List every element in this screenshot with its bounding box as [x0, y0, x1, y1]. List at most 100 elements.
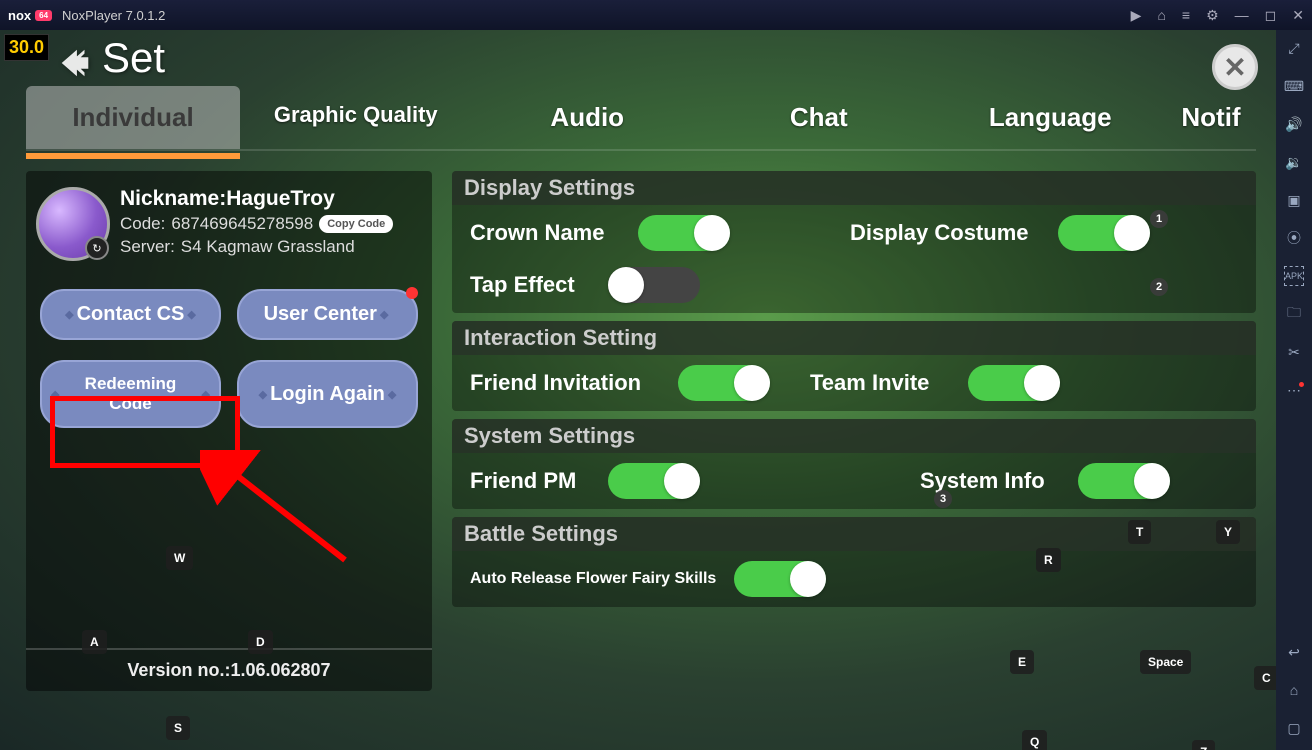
- display-costume-setting: Display Costume: [850, 215, 1150, 251]
- team-invite-toggle[interactable]: [968, 365, 1060, 401]
- display-section: Display Settings Crown Name Display Cost…: [452, 171, 1256, 313]
- keyboard-icon[interactable]: ⌨: [1284, 76, 1304, 96]
- tab-audio[interactable]: Audio: [472, 86, 704, 149]
- friend-invitation-setting: Friend Invitation: [470, 365, 770, 401]
- tap-effect-label: Tap Effect: [470, 272, 590, 298]
- code-value: 687469645278598: [171, 214, 313, 234]
- maximize-icon[interactable]: ◻: [1265, 7, 1277, 24]
- action-buttons: Contact CS User Center Redeeming Code Lo…: [36, 289, 422, 428]
- auto-release-label: Auto Release Flower Fairy Skills: [470, 570, 716, 588]
- tab-chat[interactable]: Chat: [703, 86, 935, 149]
- auto-release-setting: Auto Release Flower Fairy Skills: [470, 561, 826, 597]
- window-title: NoxPlayer 7.0.1.2: [62, 8, 165, 23]
- display-costume-toggle[interactable]: [1058, 215, 1150, 251]
- recent-nav-icon[interactable]: ▢: [1284, 718, 1304, 738]
- user-center-button[interactable]: User Center: [237, 289, 418, 340]
- interaction-header: Interaction Setting: [452, 321, 1256, 355]
- friend-pm-label: Friend PM: [470, 468, 590, 494]
- display-header: Display Settings: [452, 171, 1256, 205]
- crown-name-toggle[interactable]: [638, 215, 730, 251]
- close-icon[interactable]: ✕: [1292, 7, 1304, 24]
- code-label: Code:: [120, 214, 165, 234]
- apk-icon[interactable]: APK: [1284, 266, 1304, 286]
- window-controls: ▶ ⌂ ≡ ⚙ — ◻ ✕: [1131, 7, 1304, 24]
- profile-info: Nickname:HagueTroy Code: 687469645278598 …: [120, 187, 393, 257]
- system-info-label: System Info: [920, 468, 1060, 494]
- tab-notification[interactable]: Notif: [1166, 86, 1256, 149]
- interaction-section: Interaction Setting Friend Invitation Te…: [452, 321, 1256, 411]
- key-s: S: [166, 716, 190, 740]
- folder-icon[interactable]: 🗀: [1284, 304, 1304, 324]
- code-row: Code: 687469645278598 Copy Code: [120, 214, 393, 234]
- page-title: Set: [102, 34, 165, 82]
- play-store-icon[interactable]: ▶: [1131, 7, 1142, 24]
- tab-individual[interactable]: Individual: [26, 86, 240, 149]
- nox-logo: nox 64: [8, 8, 52, 23]
- version-bar: Version no.:1.06.062807: [26, 648, 432, 691]
- user-center-label: User Center: [264, 303, 377, 326]
- team-invite-label: Team Invite: [810, 370, 950, 396]
- home-icon[interactable]: ⌂: [1157, 7, 1165, 23]
- system-info-toggle[interactable]: [1078, 463, 1170, 499]
- system-section: System Settings Friend PM System Info: [452, 419, 1256, 509]
- redeeming-code-button[interactable]: Redeeming Code: [40, 360, 221, 428]
- fullscreen-icon[interactable]: ⤢: [1284, 38, 1304, 58]
- back-button[interactable]: [56, 44, 94, 87]
- brand-text: nox: [8, 8, 31, 23]
- contact-cs-button[interactable]: Contact CS: [40, 289, 221, 340]
- contact-cs-label: Contact CS: [77, 303, 185, 326]
- redeeming-code-label: Redeeming Code: [62, 374, 198, 414]
- server-label: Server:: [120, 237, 175, 257]
- close-button[interactable]: ✕: [1212, 44, 1258, 90]
- game-viewport: 30.0 Set ✕ Individual Graphic Quality Au…: [0, 30, 1276, 750]
- scissors-icon[interactable]: ✂: [1284, 342, 1304, 362]
- tab-language[interactable]: Language: [935, 86, 1167, 149]
- nickname-row: Nickname:HagueTroy: [120, 187, 393, 211]
- settings-header: Set ✕: [0, 30, 1276, 86]
- menu-icon[interactable]: ≡: [1182, 7, 1190, 23]
- minimize-icon[interactable]: —: [1235, 7, 1249, 23]
- nickname-label: Nickname:: [120, 187, 226, 210]
- crown-name-setting: Crown Name: [470, 215, 770, 251]
- tap-effect-toggle[interactable]: [608, 267, 700, 303]
- key-q: Q: [1022, 730, 1047, 750]
- version-label: Version no.:: [127, 660, 230, 680]
- profile-block: Nickname:HagueTroy Code: 687469645278598 …: [36, 187, 422, 261]
- auto-release-toggle[interactable]: [734, 561, 826, 597]
- volume-down-icon[interactable]: 🔉: [1284, 152, 1304, 172]
- friend-invitation-toggle[interactable]: [678, 365, 770, 401]
- volume-up-icon[interactable]: 🔊: [1284, 114, 1304, 134]
- screenshot-icon[interactable]: ▣: [1284, 190, 1304, 210]
- tab-graphic-quality[interactable]: Graphic Quality: [240, 86, 472, 149]
- arch-badge: 64: [35, 10, 52, 21]
- login-again-label: Login Again: [270, 383, 385, 406]
- friend-pm-setting: Friend PM: [470, 463, 770, 499]
- settings-content: Nickname:HagueTroy Code: 687469645278598 …: [0, 151, 1276, 691]
- avatar[interactable]: [36, 187, 110, 261]
- system-info-setting: System Info: [920, 463, 1220, 499]
- back-nav-icon[interactable]: ↩: [1284, 642, 1304, 662]
- more-icon[interactable]: ⋯: [1284, 380, 1304, 400]
- back-icon: [56, 44, 94, 82]
- profile-panel: Nickname:HagueTroy Code: 687469645278598 …: [26, 171, 432, 691]
- version-value: 1.06.062807: [230, 660, 330, 680]
- record-icon[interactable]: ⦿: [1284, 228, 1304, 248]
- copy-code-button[interactable]: Copy Code: [319, 215, 393, 233]
- login-again-button[interactable]: Login Again: [237, 360, 418, 428]
- team-invite-setting: Team Invite: [810, 365, 1110, 401]
- friend-invitation-label: Friend Invitation: [470, 370, 660, 396]
- nickname-value: HagueTroy: [226, 187, 335, 210]
- gear-icon[interactable]: ⚙: [1206, 7, 1219, 24]
- battle-section: Battle Settings Auto Release Flower Fair…: [452, 517, 1256, 607]
- key-z: Z: [1192, 740, 1215, 750]
- tap-effect-setting: Tap Effect: [470, 267, 770, 303]
- friend-pm-toggle[interactable]: [608, 463, 700, 499]
- emulator-sidebar: ⤢ ⌨ 🔊 🔉 ▣ ⦿ APK 🗀 ✂ ⋯ ↩ ⌂ ▢: [1276, 30, 1312, 750]
- home-nav-icon[interactable]: ⌂: [1284, 680, 1304, 700]
- server-value: S4 Kagmaw Grassland: [181, 237, 355, 257]
- battle-header: Battle Settings: [452, 517, 1256, 551]
- settings-tabs: Individual Graphic Quality Audio Chat La…: [26, 86, 1256, 151]
- fps-counter: 30.0: [4, 34, 49, 61]
- settings-sections: Display Settings Crown Name Display Cost…: [452, 171, 1256, 691]
- server-row: Server: S4 Kagmaw Grassland: [120, 237, 393, 257]
